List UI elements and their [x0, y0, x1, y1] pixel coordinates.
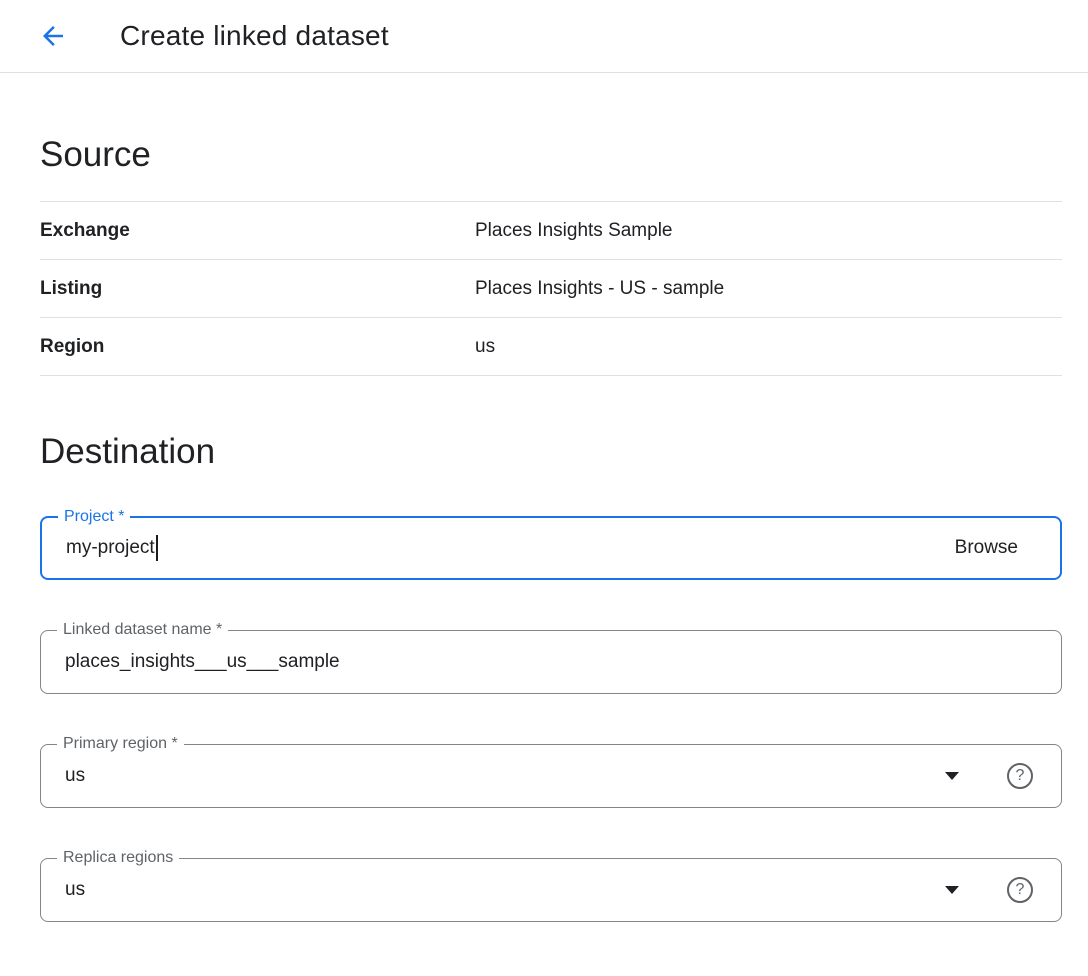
replica-regions-label: Replica regions	[57, 848, 179, 868]
page-header: Create linked dataset	[0, 0, 1088, 73]
text-cursor	[156, 535, 158, 561]
linked-dataset-name-value: places_insights___us___sample	[65, 651, 340, 673]
project-field[interactable]: Project * my-project Browse	[40, 516, 1062, 580]
source-table: Exchange Places Insights Sample Listing …	[40, 201, 1062, 376]
help-icon[interactable]: ?	[1007, 877, 1033, 903]
row-label: Exchange	[40, 220, 475, 242]
row-label: Region	[40, 336, 475, 358]
row-value: Places Insights Sample	[475, 220, 673, 242]
browse-button[interactable]: Browse	[955, 537, 1032, 559]
back-button[interactable]	[33, 16, 73, 56]
linked-dataset-name-label: Linked dataset name *	[57, 620, 228, 640]
row-label: Listing	[40, 278, 475, 300]
destination-heading: Destination	[40, 432, 1062, 472]
page-title: Create linked dataset	[120, 20, 389, 52]
source-row-exchange: Exchange Places Insights Sample	[40, 201, 1062, 259]
row-value: us	[475, 336, 495, 358]
replica-regions-select[interactable]: Replica regions us ?	[40, 858, 1062, 922]
help-icon[interactable]: ?	[1007, 763, 1033, 789]
source-row-region: Region us	[40, 317, 1062, 375]
project-field-value: my-project	[66, 535, 158, 561]
replica-regions-value: us	[65, 879, 85, 901]
linked-dataset-name-field[interactable]: Linked dataset name * places_insights___…	[40, 630, 1062, 694]
chevron-down-icon[interactable]	[945, 886, 959, 894]
main-content: Source Exchange Places Insights Sample L…	[0, 135, 1088, 922]
primary-region-value: us	[65, 765, 85, 787]
project-field-label: Project *	[58, 507, 130, 527]
arrow-back-icon	[38, 21, 68, 51]
primary-region-label: Primary region *	[57, 734, 184, 754]
source-heading: Source	[40, 135, 1062, 175]
chevron-down-icon[interactable]	[945, 772, 959, 780]
row-value: Places Insights - US - sample	[475, 278, 724, 300]
source-row-listing: Listing Places Insights - US - sample	[40, 259, 1062, 317]
primary-region-select[interactable]: Primary region * us ?	[40, 744, 1062, 808]
